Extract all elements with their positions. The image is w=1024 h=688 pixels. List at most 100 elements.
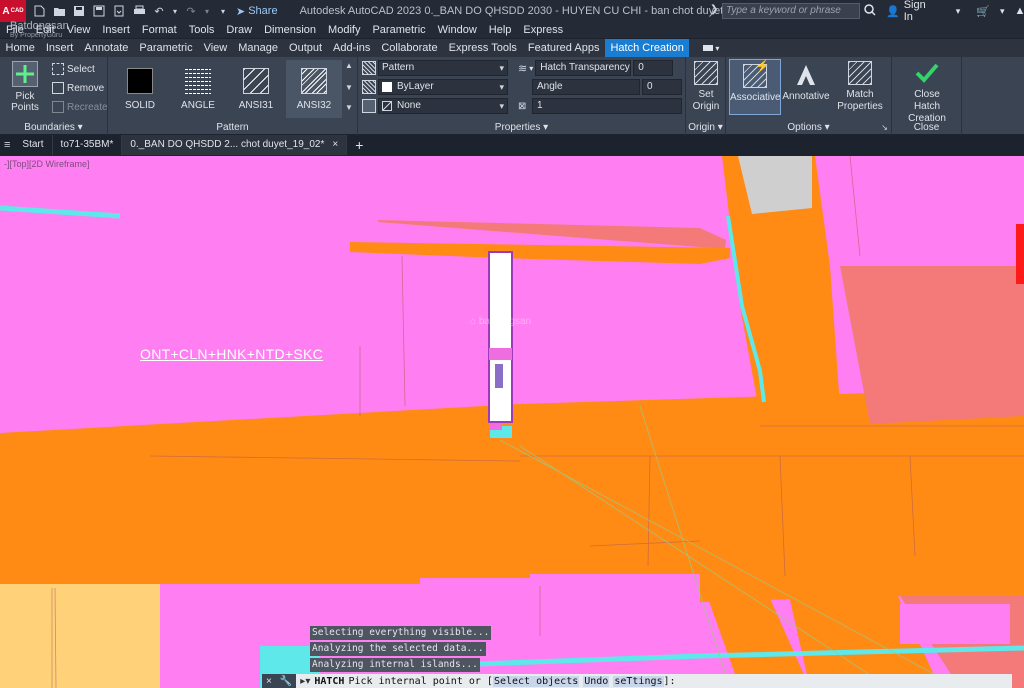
match-properties-button[interactable]: Match Properties (834, 61, 886, 113)
close-command-line-icon[interactable]: × (266, 676, 272, 687)
scale-input[interactable]: 1 (532, 98, 682, 114)
pick-points-button[interactable]: Pick Points (2, 61, 48, 113)
tab-to71[interactable]: to71-35BM* (53, 135, 123, 155)
tab-express-tools[interactable]: Express Tools (443, 39, 522, 57)
close-tab-icon[interactable]: × (332, 139, 338, 150)
properties-panel-label[interactable]: Properties ▾ (358, 122, 685, 133)
search-icon[interactable] (864, 3, 876, 19)
tab-featured-apps[interactable]: Featured Apps (522, 39, 605, 57)
help-dropdown-icon[interactable]: ▾ (1000, 6, 1005, 17)
menu-parametric[interactable]: Parametric (366, 24, 431, 36)
tab-insert[interactable]: Insert (40, 39, 79, 57)
print-icon[interactable] (132, 4, 146, 18)
options-dialog-launcher-icon[interactable]: ↘ (881, 123, 888, 132)
undo-dropdown-icon[interactable]: ▾ (172, 4, 178, 18)
tab-annotate[interactable]: Annotate (79, 39, 134, 57)
option-settings[interactable]: seTtings (613, 675, 664, 687)
annotative-button[interactable]: Annotative (782, 63, 830, 102)
save-as-icon[interactable] (92, 4, 106, 18)
map-drawing (0, 156, 1024, 688)
watermark: Batdongsan By PropertyGuru (10, 20, 69, 39)
hatch-type-select[interactable]: Pattern (378, 60, 508, 76)
sign-in-button[interactable]: 👤 Sign In (886, 0, 926, 23)
hatch-color-select[interactable]: ByLayer (378, 79, 508, 95)
file-tabs-menu-icon[interactable]: ≡ (0, 139, 14, 151)
search-input[interactable]: Type a keyword or phrase (722, 3, 860, 19)
transparency-input[interactable]: 0 (633, 60, 674, 76)
new-file-icon[interactable] (32, 4, 46, 18)
pattern-scroll-up-icon[interactable]: ▲ (345, 61, 353, 70)
angle-input[interactable]: 0 (642, 79, 682, 95)
pick-points-icon (12, 61, 38, 87)
boundaries-panel-label[interactable]: Boundaries ▾ (0, 122, 107, 133)
new-tab-icon[interactable]: + (347, 137, 371, 153)
customize-icon[interactable]: 🔧 (280, 676, 292, 687)
ribbon-minimize-icon[interactable]: ▾ (703, 43, 725, 53)
sign-in-dropdown-icon[interactable]: ▾ (956, 6, 961, 17)
tab-start[interactable]: Start (14, 135, 53, 155)
viewport-controls[interactable]: -][Top][2D Wireframe] (4, 159, 90, 169)
tab-collaborate[interactable]: Collaborate (376, 39, 443, 57)
redo-icon[interactable]: ↷ (184, 4, 198, 18)
customize-qat-icon[interactable]: ▾ (216, 4, 230, 18)
recreate-boundary-button[interactable]: Recreate (52, 101, 108, 113)
menu-window[interactable]: Window (432, 24, 483, 36)
menu-format[interactable]: Format (136, 24, 183, 36)
share-button[interactable]: ➤ Share (236, 5, 278, 18)
pattern-expand-icon[interactable]: ▼ (345, 103, 353, 112)
tab-current-drawing[interactable]: 0._BAN DO QHSDD 2... chot duyet_19_02* × (122, 135, 348, 155)
menu-draw[interactable]: Draw (220, 24, 258, 36)
command-prompt: Pick internal point or [ (348, 675, 493, 687)
set-origin-button[interactable]: Set Origin (688, 61, 724, 113)
document-tabs: ≡ Start to71-35BM* 0._BAN DO QHSDD 2... … (0, 135, 1024, 155)
cart-icon[interactable]: 🛒 (976, 5, 990, 18)
recent-commands-icon[interactable]: ▸▾ (296, 676, 314, 687)
redo-dropdown-icon[interactable]: ▾ (204, 4, 210, 18)
menu-express[interactable]: Express (517, 24, 569, 36)
open-folder-icon[interactable] (52, 4, 66, 18)
associative-button[interactable]: ⚡ Associative (729, 59, 781, 115)
tab-parametric[interactable]: Parametric (134, 39, 198, 57)
select-boundary-button[interactable]: Select (52, 63, 95, 75)
menu-insert[interactable]: Insert (96, 24, 136, 36)
command-history-line: Selecting everything visible... (310, 626, 492, 640)
tab-view[interactable]: View (198, 39, 233, 57)
autodesk-a360-icon[interactable]: ▲ (1015, 5, 1024, 17)
drawing-canvas[interactable]: -][Top][2D Wireframe] ONT+CLN+HNK+NTD+SK… (0, 156, 1024, 688)
tab-output[interactable]: Output (284, 39, 328, 57)
web-mobile-save-icon[interactable] (112, 4, 126, 18)
tab-hatch-creation[interactable]: Hatch Creation (604, 39, 690, 57)
title-right-controls: 👤 Sign In ▾ 🛒 ▾ ▲ (864, 0, 1024, 23)
background-color-select[interactable]: None (378, 98, 508, 114)
pattern-ansi32[interactable]: ANSI32 (286, 60, 342, 118)
app-menu-button[interactable]: A CAD (0, 0, 26, 22)
tab-manage[interactable]: Manage (233, 39, 284, 57)
app-logo-sub: CAD (10, 8, 24, 14)
tab-add-ins[interactable]: Add-ins (328, 39, 376, 57)
command-line[interactable]: × 🔧 ▸▾ HATCH Pick internal point or [ Se… (262, 674, 1012, 688)
origin-panel-label[interactable]: Origin ▾ (686, 122, 725, 133)
menu-help[interactable]: Help (483, 24, 518, 36)
transparency-dropdown-icon[interactable]: ▾ (529, 64, 533, 73)
pattern-scroll-down-icon[interactable]: ▼ (345, 83, 353, 92)
option-undo[interactable]: Undo (583, 675, 610, 687)
options-panel-label[interactable]: Options ▾ (726, 122, 891, 133)
scale-icon: ⊠ (518, 100, 527, 112)
option-select-objects[interactable]: Select objects (492, 675, 580, 687)
close-hatch-creation-button[interactable]: Close Hatch Creation (894, 61, 960, 125)
none-swatch-icon (382, 101, 392, 111)
remove-boundary-button[interactable]: Remove (52, 82, 104, 94)
close-panel: Close Hatch Creation Close (892, 57, 962, 135)
pattern-solid[interactable]: SOLID (112, 60, 168, 118)
pattern-ansi31[interactable]: ANSI31 (228, 60, 284, 118)
menu-modify[interactable]: Modify (322, 24, 366, 36)
tab-home[interactable]: Home (0, 39, 40, 57)
hatch-type-icon (362, 61, 376, 75)
menu-dimension[interactable]: Dimension (258, 24, 322, 36)
search-chevron-icon[interactable]: ❯ (710, 4, 718, 15)
pattern-angle[interactable]: ANGLE (170, 60, 226, 118)
pattern-panel: SOLID ANGLE ANSI31 ANSI32 ▲ ▼ ▼ Pattern (108, 57, 358, 135)
save-icon[interactable] (72, 4, 86, 18)
menu-tools[interactable]: Tools (183, 24, 221, 36)
undo-icon[interactable]: ↶ (152, 4, 166, 18)
